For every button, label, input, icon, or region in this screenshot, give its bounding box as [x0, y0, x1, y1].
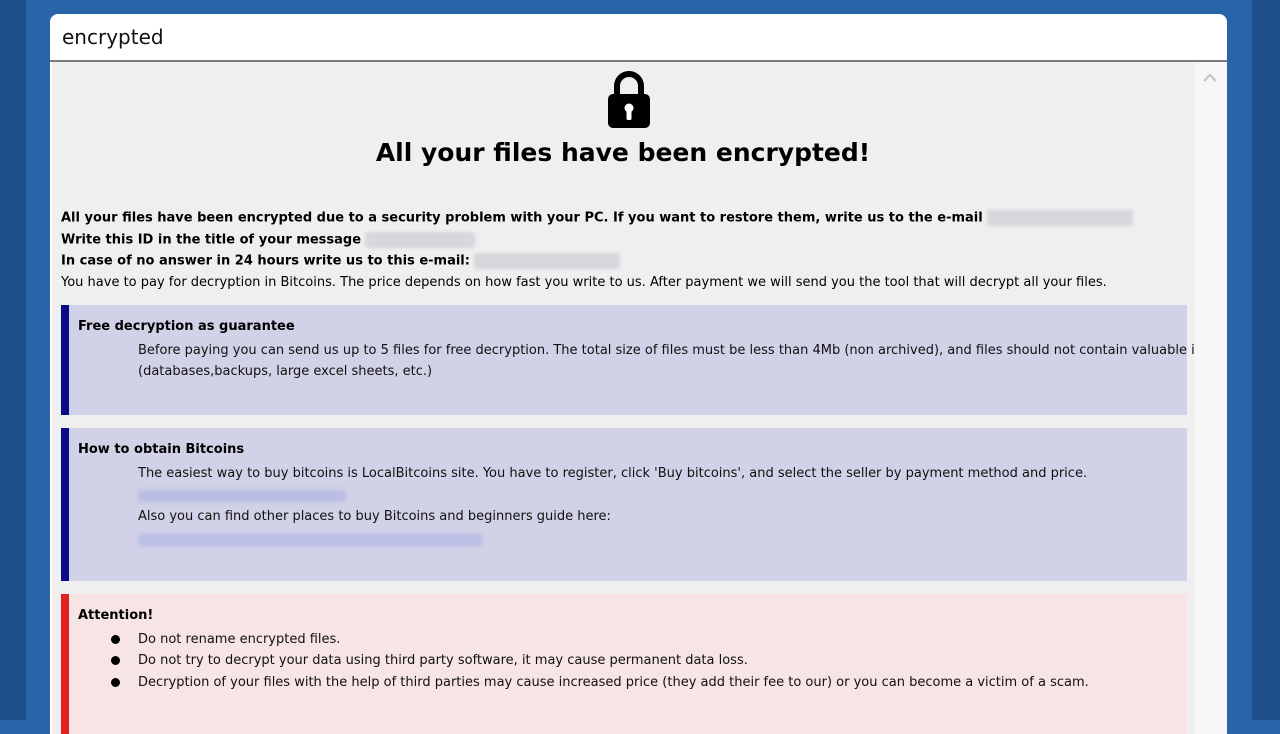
bullet-icon [111, 656, 120, 665]
intro-line-backup-email-text: In case of no answer in 24 hours write u… [61, 253, 470, 269]
intro-line-id-text: Write this ID in the title of your messa… [61, 232, 362, 248]
chevron-up-icon[interactable] [1202, 70, 1218, 86]
bitcoins-text-1: The easiest way to buy bitcoins is Local… [138, 466, 1088, 481]
bullet-icon [111, 635, 120, 644]
redacted-link-localbitcoins[interactable] [138, 490, 346, 502]
intro-line-payment: You have to pay for decryption in Bitcoi… [61, 275, 1107, 290]
bitcoins-box: How to obtain Bitcoins The easiest way t… [61, 428, 1187, 581]
ransom-note-window: encrypted All your files have been encry… [50, 14, 1227, 734]
intro-line-email: All your files have been encrypted due t… [61, 210, 1133, 226]
list-item: Do not rename encrypted files. [111, 632, 340, 647]
intro-line-id: Write this ID in the title of your messa… [61, 232, 476, 248]
guarantee-text-2: (databases,backups, large excel sheets, … [138, 364, 433, 379]
bitcoins-title: How to obtain Bitcoins [78, 442, 245, 457]
attention-box: Attention! Do not rename encrypted files… [61, 594, 1187, 734]
redacted-backup-email [473, 253, 620, 269]
guarantee-title: Free decryption as guarantee [78, 319, 295, 334]
bitcoins-text-2: Also you can find other places to buy Bi… [138, 509, 611, 524]
window-title: encrypted [50, 14, 1227, 62]
note-content: All your files have been encrypted! All … [52, 62, 1194, 734]
padlock-icon [606, 70, 652, 130]
desktop-background-left [0, 0, 26, 720]
attention-item-1: Do not rename encrypted files. [138, 632, 341, 647]
list-item: Do not try to decrypt your data using th… [111, 653, 748, 668]
attention-item-2: Do not try to decrypt your data using th… [138, 653, 748, 668]
bullet-icon [111, 678, 120, 687]
attention-item-3: Decryption of your files with the help o… [138, 675, 1089, 690]
list-item: Decryption of your files with the help o… [111, 675, 1089, 690]
intro-line-email-text: All your files have been encrypted due t… [61, 210, 983, 226]
intro-line-backup-email: In case of no answer in 24 hours write u… [61, 253, 620, 269]
page-title: All your files have been encrypted! [375, 138, 871, 167]
redacted-link-guide[interactable] [138, 534, 482, 546]
desktop-background-right [1252, 0, 1280, 720]
redacted-id [365, 232, 476, 248]
vertical-scrollbar[interactable] [1194, 62, 1227, 734]
guarantee-box: Free decryption as guarantee Before payi… [61, 305, 1194, 415]
guarantee-text-1: Before paying you can send us up to 5 fi… [138, 343, 1194, 358]
redacted-email [986, 210, 1133, 226]
attention-title: Attention! [78, 608, 154, 623]
